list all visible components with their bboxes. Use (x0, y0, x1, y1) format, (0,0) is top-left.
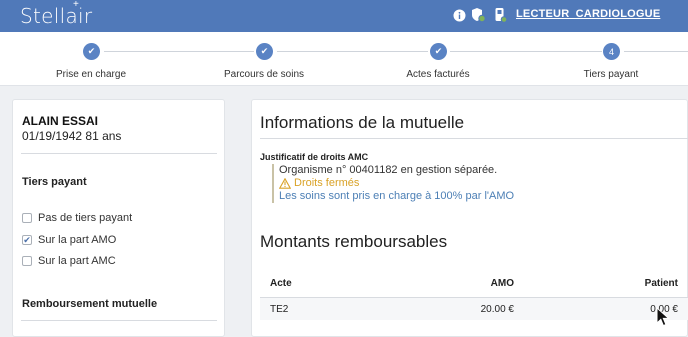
divider (21, 153, 217, 154)
option-label: Sur la part AMO (38, 234, 117, 246)
step-2-check-icon[interactable]: ✔ (256, 43, 273, 60)
user-menu-link[interactable]: LECTEUR_CARDIOLOGUE (516, 8, 660, 20)
step-3-check-icon[interactable]: ✔ (430, 43, 447, 60)
workflow-stepper: ✔ ✔ ✔ 4 Prise en charge Parcours de soin… (0, 32, 688, 86)
step-connector (277, 51, 428, 52)
justificatif-label: Justificatif de droits AMC (260, 152, 369, 162)
divider (260, 138, 688, 139)
col-acte: Acte (270, 278, 292, 289)
cell-amo: 20.00 € (480, 304, 514, 315)
cell-acte: TE2 (270, 304, 289, 315)
mouse-cursor-icon (656, 307, 670, 327)
remboursement-title: Remboursement mutuelle (22, 298, 158, 310)
step-connector (624, 51, 688, 52)
mutuelle-card: Informations de la mutuelle Justificatif… (251, 99, 688, 337)
info-icon[interactable] (451, 7, 467, 23)
step-connector (450, 51, 602, 52)
step-3-label[interactable]: Actes facturés (368, 69, 508, 80)
col-patient: Patient (644, 278, 678, 289)
option-label: Sur la part AMC (38, 255, 116, 267)
patient-name: ALAIN ESSAI (22, 114, 99, 128)
step-4-label[interactable]: Tiers payant (541, 69, 681, 80)
shield-icon[interactable] (470, 7, 486, 23)
tiers-payant-title: Tiers payant (22, 176, 87, 188)
mutuelle-title: Informations de la mutuelle (260, 113, 465, 132)
montants-title: Montants remboursables (260, 232, 448, 251)
option-sur-la-part-amo[interactable]: ✔ Sur la part AMO (22, 234, 116, 246)
step-connector (104, 51, 254, 52)
option-pas-de-tiers-payant[interactable]: Pas de tiers payant (22, 212, 132, 224)
step-4-number[interactable]: 4 (603, 43, 620, 60)
step-2-label[interactable]: Parcours de soins (194, 69, 334, 80)
droits-label: Droits fermés (294, 177, 360, 189)
patient-dob-age: 01/19/1942 81 ans (22, 129, 122, 143)
top-bar: Stellair + LECTEUR_CARDIOLOGUE (0, 0, 688, 32)
droits-status: Droits fermés (279, 177, 514, 190)
checkbox[interactable] (22, 213, 32, 223)
checkbox[interactable] (22, 256, 32, 266)
option-label: Pas de tiers payant (38, 212, 133, 224)
soins-info: Les soins sont pris en charge à 100% par… (279, 190, 515, 202)
checkbox-checked[interactable]: ✔ (22, 235, 32, 245)
col-amo: AMO (490, 278, 514, 289)
card-reader-icon[interactable] (492, 7, 508, 23)
justificatif-details: Organisme n° 00401182 en gestion séparée… (272, 164, 514, 203)
step-1-check-icon[interactable]: ✔ (83, 43, 100, 60)
step-1-label[interactable]: Prise en charge (21, 69, 161, 80)
patient-card: ALAIN ESSAI 01/19/1942 81 ans Tiers paya… (12, 99, 225, 337)
table-header: Acte AMO Patient (260, 268, 688, 298)
logo-star-icon: + (73, 0, 79, 10)
table-row: TE2 20.00 € 0.00 € (260, 298, 688, 320)
app-logo[interactable]: Stellair (20, 4, 92, 28)
warning-icon (279, 178, 291, 189)
option-sur-la-part-amc[interactable]: Sur la part AMC (22, 255, 116, 267)
divider (21, 320, 217, 321)
organisme-text: Organisme n° 00401182 en gestion séparée… (279, 164, 498, 176)
